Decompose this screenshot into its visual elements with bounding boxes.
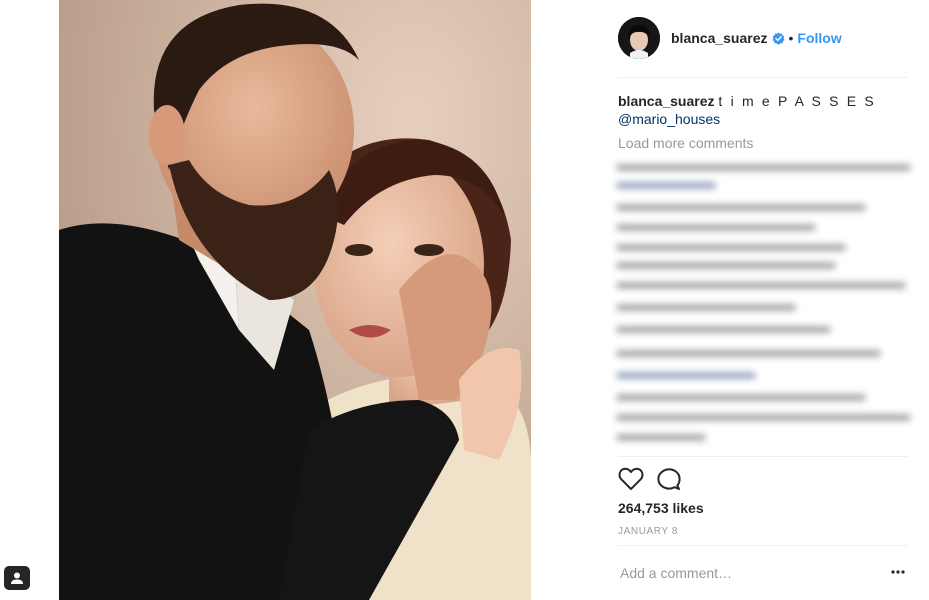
heart-icon[interactable] [618,467,644,491]
author-username[interactable]: blanca_suarez [671,30,768,46]
blurred-comments [616,158,916,450]
add-comment-input[interactable] [620,562,860,584]
avatar[interactable] [618,17,660,59]
post-sidebar: blanca_suarez • Follow blanca_suarez t i… [616,0,911,600]
user-icon [11,572,23,584]
divider [618,77,908,78]
avatar-image [618,17,660,59]
divider [618,456,908,457]
caption-username[interactable]: blanca_suarez [618,93,715,109]
verified-badge-icon [771,31,785,45]
post-caption: blanca_suarez t i m e P A S S E S @mario… [618,92,908,128]
divider [618,545,908,546]
tagged-people-button[interactable] [4,566,30,590]
follow-button[interactable]: Follow [797,30,841,46]
post-photo[interactable] [59,0,531,600]
photo-illustration [59,3,531,600]
likes-count[interactable]: 264,753 likes [618,500,704,516]
caption-mention-link[interactable]: @mario_houses [618,110,908,128]
post-actions [618,466,694,492]
caption-text: t i m e P A S S E S [718,93,876,109]
more-options-icon[interactable] [888,562,908,582]
follow-separator: • [788,30,794,46]
post-header: blanca_suarez • Follow [618,17,908,59]
load-more-comments-button[interactable]: Load more comments [618,135,753,151]
post-date[interactable]: JANUARY 8 [618,526,678,537]
comment-icon[interactable] [657,467,681,491]
